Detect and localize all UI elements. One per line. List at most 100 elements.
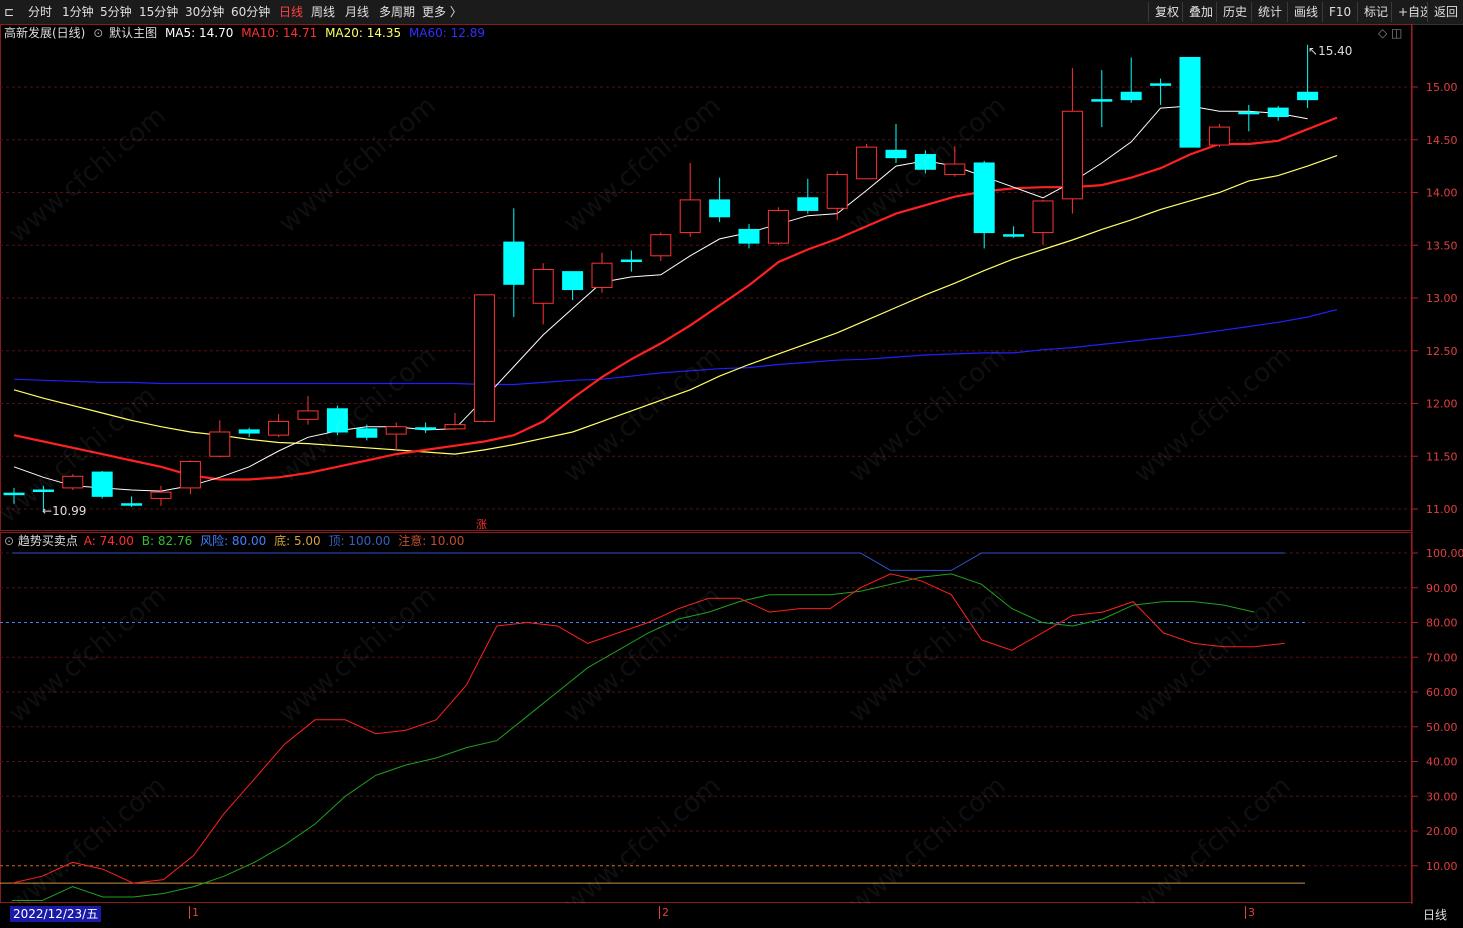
history-button[interactable]: 历史 [1216,2,1254,22]
ma10-value: MA10: 14.71 [241,26,318,40]
candle-body [620,259,642,263]
cursor-date: 2022/12/23/五 [10,906,102,922]
candle-body [473,294,495,422]
indicator-name[interactable]: 趋势买卖点 [18,534,78,548]
indicator-lines [0,552,1305,901]
candle-body [1297,91,1319,101]
candle-body [238,429,260,434]
ma20-value: MA20: 14.35 [325,26,402,40]
top-line [12,552,1285,571]
candle-body [1061,110,1083,200]
candle-body [914,154,936,170]
limit-up-mark: 涨 [476,518,487,531]
period-tab-5min[interactable]: 5分钟 [100,4,132,20]
candles [3,44,1319,511]
draw-button[interactable]: 画线 [1287,2,1325,22]
price-axis: 15.00 14.50 14.00 13.50 13.00 12.50 12.00 11.50… [1412,81,1458,516]
time-axis: 2022/12/23/五 1 2 3 日线 [0,904,1463,928]
indicator-grid [0,24,1413,904]
period-tab-more[interactable]: 更多 〉 [422,4,462,20]
price-tick-label: 13.50 [1426,239,1458,252]
ma10-line [13,116,1338,481]
period-tab-daily[interactable]: 日线 [279,4,303,20]
period-tab-monthly[interactable]: 月线 [345,4,369,20]
candle-body [62,475,84,489]
candle-body [650,234,672,257]
indicator-tick-label: 50.00 [1426,721,1458,734]
kline-chart[interactable]: 15.00 14.50 14.00 13.50 13.00 12.50 12.00 11.50… [0,24,1463,904]
period-tab-30min[interactable]: 30分钟 [185,4,224,20]
candle-body [1120,91,1142,101]
indicator-tick-label: 60.00 [1426,686,1458,699]
indicator-axis: 100.00 90.00 80.00 70.00 60.00 50.00 40.00 30.0… [1412,547,1463,873]
ind-top-value: 顶: 100.00 [328,534,391,548]
chevron-down-icon[interactable]: ⊙ [93,26,103,40]
candle-body [415,427,437,430]
month-mark: 3 [1245,906,1255,919]
overlay-button[interactable]: 叠加 [1182,2,1220,22]
candle-body [1179,56,1201,148]
panel-option-icon[interactable]: ◇ ◫ [1378,26,1402,40]
candle-body [679,199,701,234]
low-price-marker: ←10.99 [42,504,87,518]
period-tab-15min[interactable]: 15分钟 [139,4,178,20]
template-name[interactable]: 默认主图 [109,26,157,40]
candle-body [1238,111,1260,115]
adjust-button[interactable]: 复权 [1148,2,1186,22]
period-tab-timeshare[interactable]: 分时 [28,4,52,20]
period-tab-weekly[interactable]: 周线 [311,4,335,20]
ind-risk-value: 风险: 80.00 [200,534,267,548]
ma60-value: MA60: 12.89 [408,26,485,40]
indicator-header: ⊙ 趋势买卖点 A: 74.00 B: 82.76 风险: 80.00 底: 5… [4,533,464,549]
month-mark: 2 [659,906,669,919]
price-tick-label: 15.00 [1426,81,1458,94]
indicator-tick-label: 40.00 [1426,756,1458,769]
indicator-tick-label: 10.00 [1426,860,1458,873]
candle-body [1267,107,1289,118]
mark-button[interactable]: 标记 [1357,2,1395,22]
chevron-down-icon[interactable]: ⊙ [4,534,14,548]
indicator-tick-label: 20.00 [1426,825,1458,838]
candle-body [326,408,348,433]
candle-body [179,461,201,489]
high-price-marker: ↖15.40 [1308,44,1353,58]
candle-body [444,424,466,430]
candle-body [385,426,407,435]
ma20-line [13,155,1338,455]
ma60-line [13,309,1338,386]
candle-body [503,241,525,285]
candle-body [885,149,907,159]
candle-body [150,491,172,499]
candle-body [532,269,554,304]
candle-body [856,146,878,180]
ma5-value: MA5: 14.70 [164,26,234,40]
candle-body [91,471,113,497]
period-tab-60min[interactable]: 60分钟 [231,4,270,20]
price-tick-label: 14.00 [1426,187,1458,200]
stock-name: 高新发展(日线) [4,26,86,40]
ind-caution-value: 注意: 10.00 [398,534,465,548]
indicator-tick-label: 70.00 [1426,651,1458,664]
indicator-a-line [11,573,1285,884]
collapse-icon[interactable]: ⊏ [4,4,14,20]
main-panel-header: 高新发展(日线) ⊙ 默认主图 MA5: 14.70 MA10: 14.71 M… [4,25,485,41]
price-tick-label: 12.00 [1426,398,1458,411]
stats-button[interactable]: 统计 [1251,2,1289,22]
candle-body [356,428,378,438]
period-label: 日线 [1423,908,1448,922]
back-button[interactable]: 返回 [1427,2,1462,22]
candle-body [3,492,25,496]
ind-a-value: A: 74.00 [83,534,134,548]
candle-body [209,431,231,457]
price-tick-label: 11.50 [1426,450,1458,463]
period-tab-multi[interactable]: 多周期 [379,4,415,20]
indicator-tick-label: 30.00 [1426,790,1458,803]
candle-body [1091,99,1113,102]
period-tab-1min[interactable]: 1分钟 [62,4,94,20]
candle-body [121,503,143,506]
price-tick-label: 12.50 [1426,345,1458,358]
price-tick-label: 13.00 [1426,292,1458,305]
candle-body [709,199,731,218]
indicator-tick-label: 90.00 [1426,582,1458,595]
f10-button[interactable]: F10 [1322,2,1358,22]
